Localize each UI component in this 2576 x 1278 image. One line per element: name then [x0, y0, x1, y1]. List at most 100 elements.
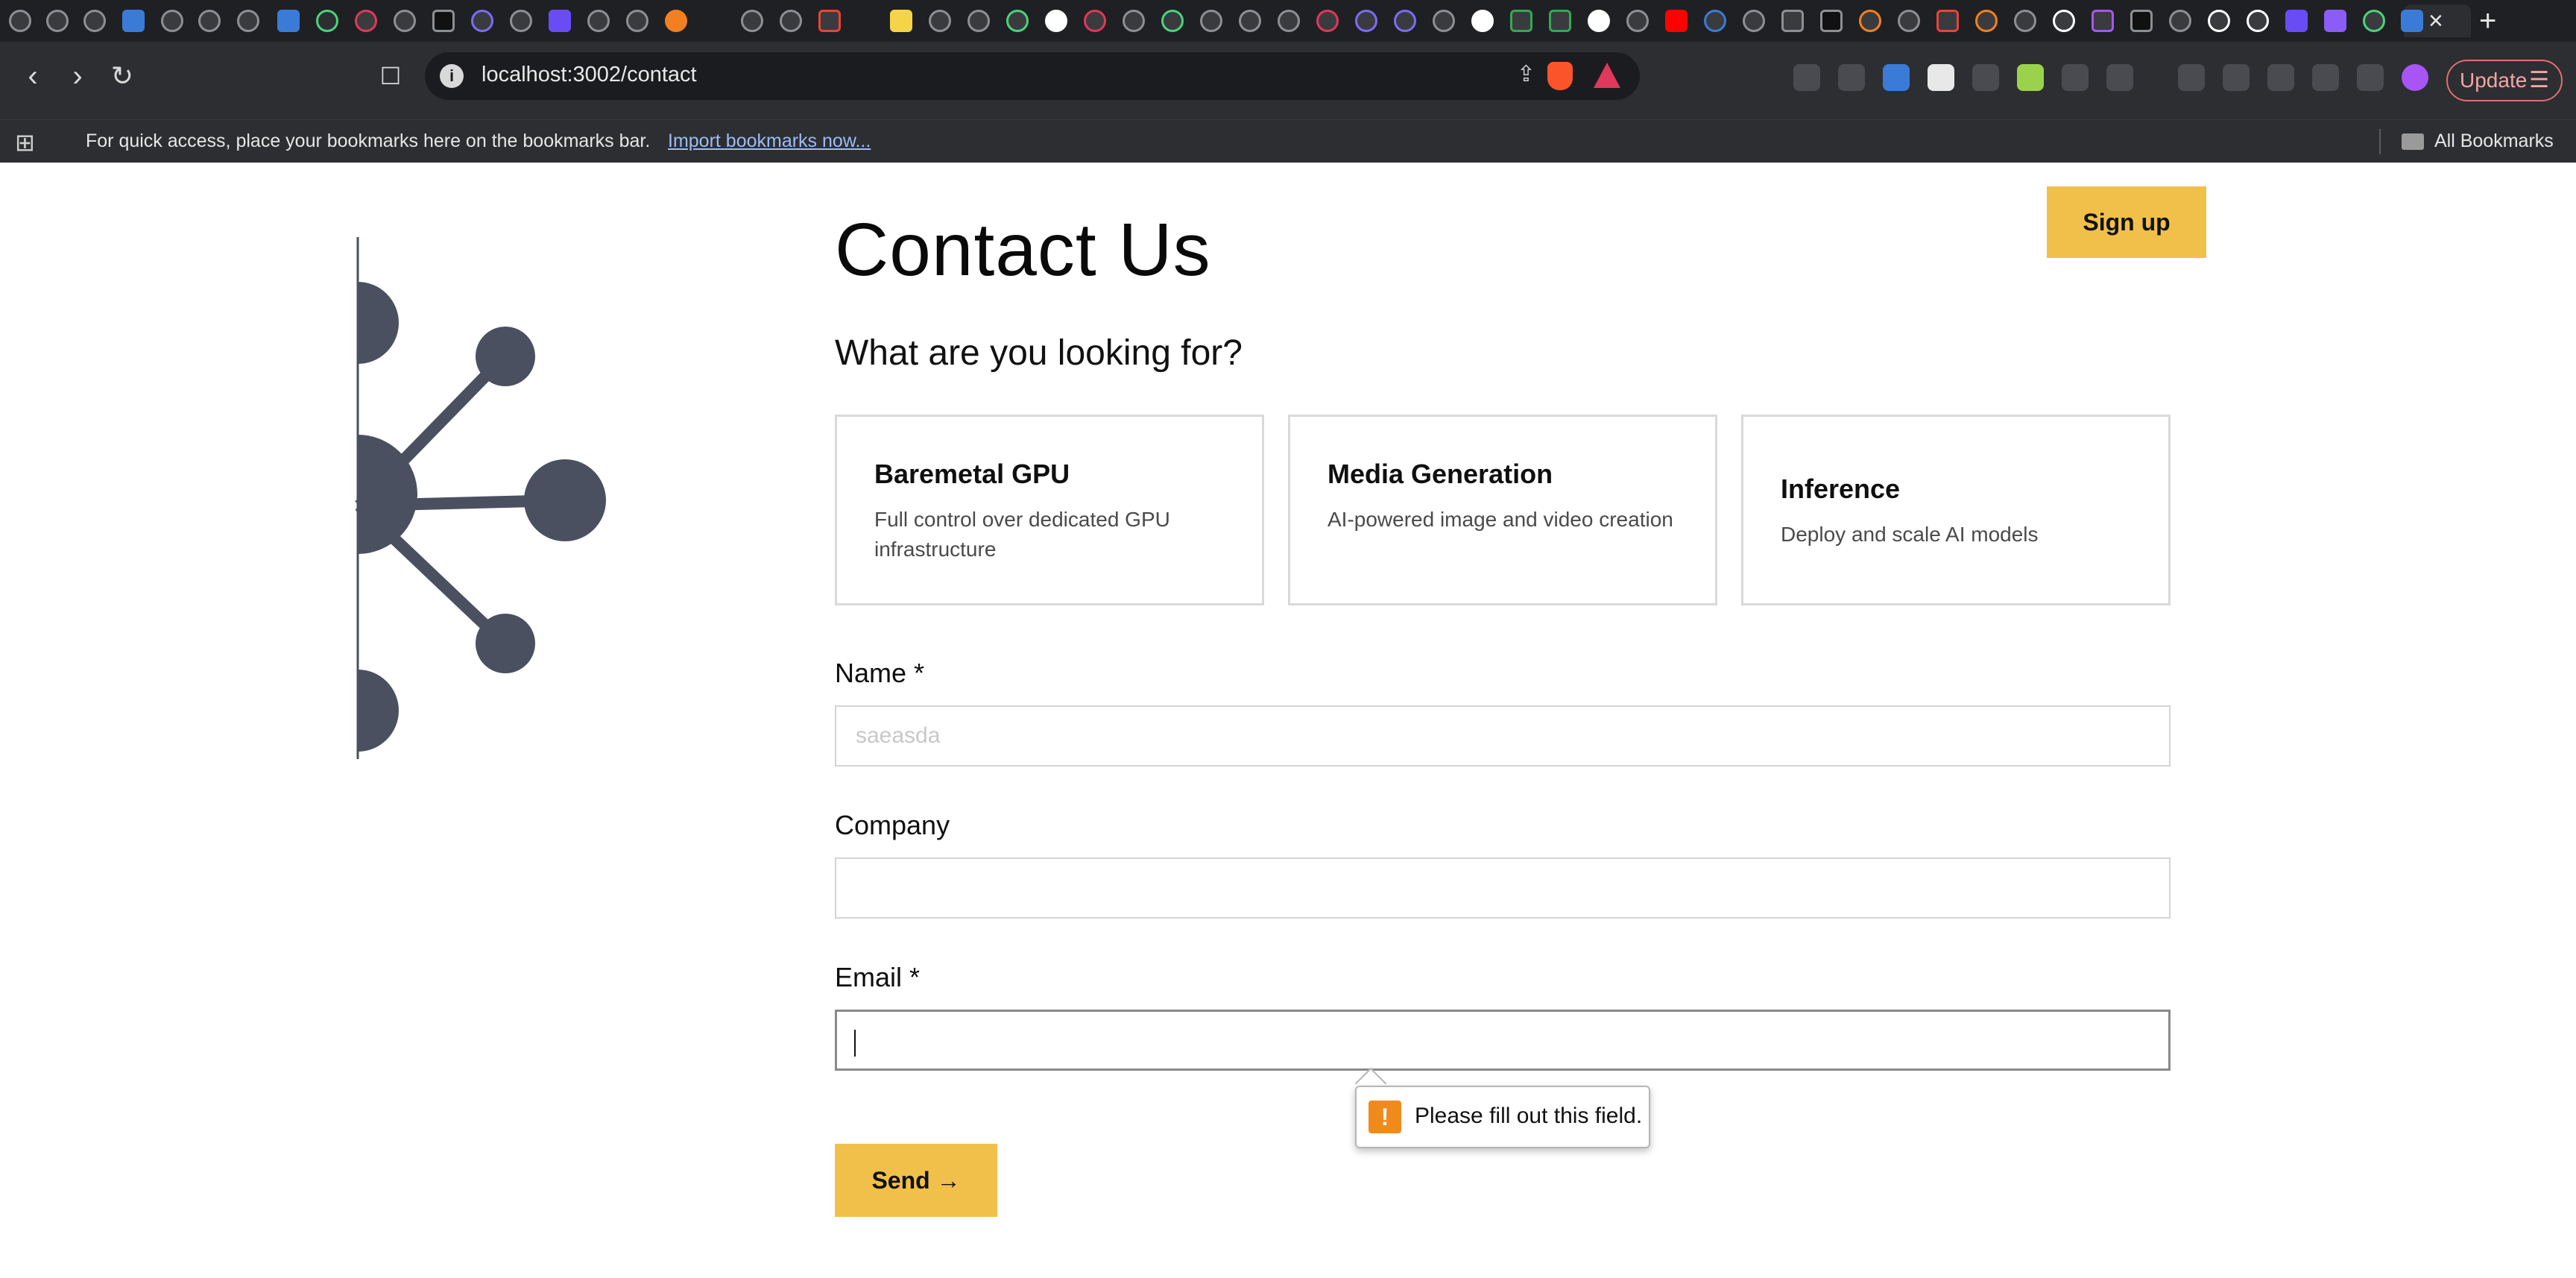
sign-up-button[interactable]: Sign up [2047, 186, 2206, 258]
tab-favicon[interactable] [890, 10, 912, 32]
tab-favicon[interactable] [1200, 10, 1222, 32]
tab-favicon[interactable] [1665, 10, 1688, 32]
tab-favicon[interactable] [1161, 10, 1184, 32]
share-icon[interactable]: ⇪ [1517, 61, 1535, 87]
tab-favicon[interactable] [432, 10, 455, 32]
extension-icon[interactable] [2178, 64, 2205, 91]
tab-favicon[interactable] [1045, 10, 1067, 32]
tab-favicon[interactable] [929, 10, 951, 32]
tab-favicon[interactable] [122, 10, 145, 32]
tab-favicon[interactable] [316, 10, 338, 32]
tab-favicon[interactable] [1626, 10, 1649, 32]
tab-favicon[interactable] [2285, 10, 2308, 32]
tab-favicon[interactable] [1006, 10, 1029, 32]
tab-favicon[interactable] [1278, 10, 1300, 32]
tab-favicon[interactable] [510, 10, 532, 32]
tab-favicon[interactable] [549, 10, 571, 32]
tab-favicon[interactable] [741, 10, 763, 32]
tab-favicon[interactable] [2053, 10, 2075, 32]
name-input[interactable] [835, 705, 2171, 767]
tab-favicon[interactable] [1975, 10, 1998, 32]
tab-favicon[interactable] [1471, 10, 1494, 32]
tab-favicon[interactable] [1781, 10, 1804, 32]
tab-favicon[interactable] [1588, 10, 1610, 32]
company-input[interactable] [835, 857, 2171, 919]
bookmark-icon[interactable]: ☐ [373, 58, 408, 94]
extension-icon[interactable] [2106, 64, 2133, 91]
extension-icon[interactable] [2017, 64, 2044, 91]
address-bar[interactable]: i localhost:3002/contact ⇪ [425, 52, 1640, 100]
extensions-puzzle-icon[interactable] [2062, 64, 2089, 91]
tab-favicon[interactable] [818, 10, 841, 32]
option-card-inference[interactable]: Inference Deploy and scale AI models [1741, 415, 2171, 605]
extension-icon[interactable] [1972, 64, 1999, 91]
vpn-icon[interactable] [2357, 64, 2384, 91]
profile-avatar[interactable] [2402, 64, 2428, 91]
tab-favicon[interactable] [665, 10, 687, 32]
update-button[interactable]: Update ☰ [2446, 60, 2563, 101]
tab-favicon[interactable] [2169, 10, 2191, 32]
all-bookmarks-button[interactable]: All Bookmarks [2434, 130, 2554, 152]
tab-favicon[interactable] [1898, 10, 1920, 32]
send-button[interactable]: Send → [835, 1144, 997, 1217]
tab-favicon[interactable] [2092, 10, 2114, 32]
divider [2379, 129, 2381, 154]
tab-favicon[interactable] [780, 10, 802, 32]
wallet-icon[interactable] [2267, 64, 2294, 91]
import-bookmarks-link[interactable]: Import bookmarks now... [668, 130, 871, 152]
tab-favicon[interactable] [2363, 10, 2385, 32]
tab-favicon[interactable] [46, 10, 69, 32]
option-card-media-generation[interactable]: Media Generation AI-powered image and vi… [1288, 415, 1717, 605]
tab-favicon[interactable] [1239, 10, 1261, 32]
tab-favicon[interactable] [394, 10, 416, 32]
tab-favicon[interactable] [967, 10, 990, 32]
extension-icon[interactable] [1838, 64, 1865, 91]
forward-icon[interactable]: › [60, 58, 95, 94]
tab-favicon[interactable] [83, 10, 106, 32]
tab-favicon[interactable] [237, 10, 259, 32]
tab-favicon[interactable] [1510, 10, 1532, 32]
tab-favicon[interactable] [2208, 10, 2230, 32]
tab-favicon[interactable] [471, 10, 493, 32]
tab-favicon[interactable] [198, 10, 221, 32]
sidebar-icon[interactable] [2223, 64, 2250, 91]
tab-favicon[interactable] [355, 10, 377, 32]
tab-favicon[interactable] [2130, 10, 2153, 32]
tab-favicon[interactable] [1084, 10, 1106, 32]
url-text[interactable]: localhost:3002/contact [482, 63, 697, 87]
email-input[interactable] [835, 1010, 2171, 1071]
page-title: Contact Us [835, 208, 1211, 292]
close-tab-icon[interactable]: × [2428, 7, 2443, 34]
extension-icon[interactable] [1883, 64, 1910, 91]
tab-favicon[interactable] [2014, 10, 2036, 32]
extension-icon[interactable] [1793, 64, 1820, 91]
tab-favicon[interactable] [1549, 10, 1571, 32]
new-tab-icon[interactable]: + [2479, 6, 2496, 36]
tab-favicon[interactable] [1123, 10, 1145, 32]
tab-favicon[interactable] [1355, 10, 1377, 32]
tab-favicon[interactable] [1859, 10, 1881, 32]
tab-favicon[interactable] [277, 10, 300, 32]
tab-favicon[interactable] [2324, 10, 2346, 32]
tab-favicon[interactable] [161, 10, 183, 32]
back-icon[interactable]: ‹ [15, 58, 51, 94]
tab-favicon[interactable] [9, 10, 31, 32]
tab-favicon[interactable] [1316, 10, 1339, 32]
tab-favicon[interactable] [1394, 10, 1416, 32]
extension-icon[interactable] [1928, 64, 1954, 91]
option-card-baremetal-gpu[interactable]: Baremetal GPU Full control over dedicate… [835, 415, 1264, 605]
site-info-icon[interactable]: i [440, 64, 464, 88]
tab-favicon[interactable] [1433, 10, 1455, 32]
tab-favicon[interactable] [1743, 10, 1765, 32]
tab-favicon[interactable] [1936, 10, 1959, 32]
tab-favicon[interactable] [1820, 10, 1843, 32]
tab-favicon[interactable] [1704, 10, 1726, 32]
brave-rewards-icon[interactable] [1594, 63, 1620, 88]
leo-ai-icon[interactable] [2312, 64, 2339, 91]
brave-shields-icon[interactable] [1547, 62, 1573, 90]
apps-grid-icon[interactable]: ⊞ [15, 130, 35, 154]
tab-favicon[interactable] [2247, 10, 2269, 32]
tab-favicon[interactable] [626, 10, 648, 32]
tab-favicon[interactable] [587, 10, 610, 32]
reload-icon[interactable]: ↻ [104, 58, 140, 94]
